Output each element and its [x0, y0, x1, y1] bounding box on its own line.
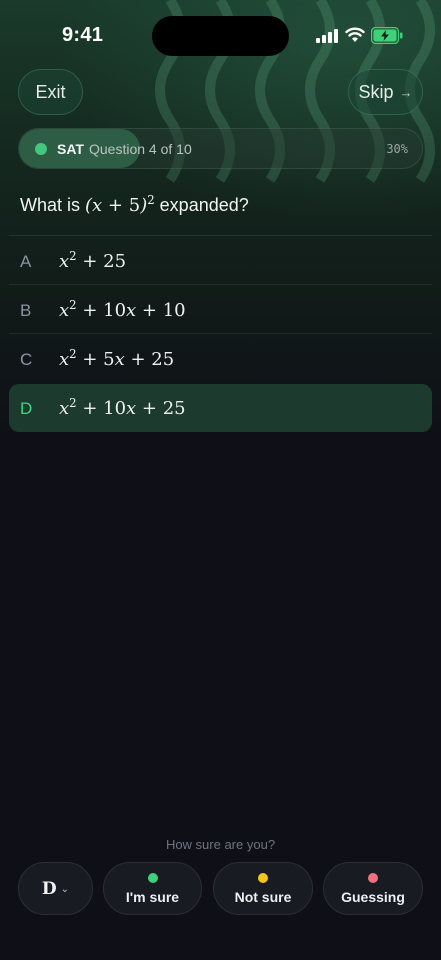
- cellular-signal-icon: [316, 29, 338, 43]
- green-dot-icon: [147, 872, 158, 883]
- im-sure-label: I'm sure: [125, 888, 180, 905]
- option-expression: x2 + 10x + 25: [59, 396, 186, 419]
- divider: [9, 235, 432, 236]
- option-expression: x2 + 5x + 25: [59, 347, 175, 370]
- red-dot-icon: [368, 872, 378, 883]
- not-sure-label: Not sure: [234, 888, 292, 905]
- guessing-label: Guessing: [341, 888, 405, 905]
- question-counter: Question 4 of 10: [89, 141, 192, 157]
- option-b[interactable]: B x2 + 10x + 10: [9, 286, 432, 334]
- progress-bar: SAT Question 4 of 10 30%: [18, 128, 423, 169]
- im-sure-button[interactable]: I'm sure: [103, 862, 202, 915]
- progress-percent: 30%: [386, 142, 408, 156]
- dynamic-island: [152, 16, 289, 56]
- yellow-dot-icon: [258, 872, 268, 883]
- question-suffix: expanded?: [154, 195, 249, 215]
- divider: [9, 333, 432, 334]
- subject-dot-icon: [35, 143, 47, 155]
- chevron-down-icon: ⌄: [60, 884, 70, 895]
- status-time: 9:41: [62, 24, 104, 46]
- option-expression: x2 + 25: [59, 249, 127, 272]
- option-letter: B: [20, 301, 32, 320]
- skip-button[interactable]: Skip →: [348, 69, 423, 115]
- guessing-button[interactable]: Guessing: [323, 862, 423, 915]
- option-a[interactable]: A x2 + 25: [9, 237, 432, 285]
- wifi-icon: [345, 27, 365, 42]
- exit-label: Exit: [35, 81, 66, 102]
- skip-label: Skip: [358, 81, 394, 102]
- arrow-right-icon: →: [399, 84, 413, 100]
- subject-label: SAT: [57, 141, 84, 157]
- option-letter: D: [20, 399, 33, 418]
- question-prefix: What is: [20, 195, 86, 215]
- battery-charging-icon: [371, 27, 403, 44]
- exit-button[interactable]: Exit: [18, 69, 83, 115]
- confidence-prompt: How sure are you?: [165, 837, 276, 852]
- option-c[interactable]: C x2 + 5x + 25: [9, 335, 432, 383]
- question-math: (x + 5)2: [85, 193, 155, 216]
- not-sure-button[interactable]: Not sure: [213, 862, 313, 915]
- option-letter: A: [20, 252, 32, 271]
- option-expression: x2 + 10x + 10: [59, 298, 186, 321]
- option-d[interactable]: D x2 + 10x + 25: [9, 384, 432, 432]
- answer-select-button[interactable]: D ⌄: [18, 862, 93, 915]
- status-bar: 9:41: [0, 0, 441, 72]
- question-text: What is (x + 5)2 expanded?: [20, 193, 249, 216]
- divider: [9, 284, 432, 285]
- selected-answer: D: [41, 878, 57, 899]
- option-letter: C: [20, 350, 33, 369]
